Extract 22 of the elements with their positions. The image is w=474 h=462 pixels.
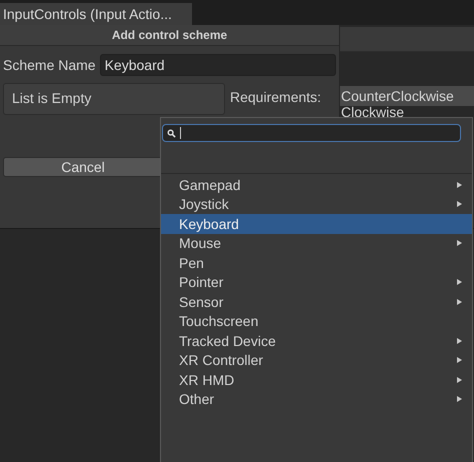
menu-item[interactable]: Touchscreen	[161, 312, 472, 331]
requirements-label: Requirements:	[230, 88, 322, 105]
menu-item[interactable]: XR HMD	[161, 370, 472, 390]
menu-item[interactable]: Keyboard	[161, 214, 472, 234]
menu-item[interactable]: Sensor	[161, 292, 472, 312]
menu-item[interactable]: Joystick	[161, 194, 472, 214]
cancel-button[interactable]: Cancel	[3, 157, 163, 177]
menu-item[interactable]: Gamepad	[161, 175, 472, 194]
dialog-title: Add control scheme	[0, 25, 339, 46]
menu-item[interactable]: Mouse	[161, 234, 472, 253]
empty-list: List is Empty	[3, 83, 225, 115]
search-field[interactable]	[162, 124, 461, 142]
menu-item[interactable]: XR Controller	[161, 350, 472, 370]
menu-item[interactable]: Pointer	[161, 272, 472, 292]
document-tab[interactable]: InputControls (Input Actio...	[0, 3, 192, 25]
list-item[interactable]: CounterClockwise	[340, 86, 474, 106]
search-icon	[167, 128, 176, 138]
field-label: Scheme Name	[3, 57, 96, 73]
menu-item[interactable]: Tracked Device	[161, 331, 472, 350]
menu-item[interactable]: Pen	[161, 253, 472, 272]
menu-item[interactable]: Other	[161, 390, 472, 409]
input-field[interactable]: Keyboard	[100, 54, 336, 76]
